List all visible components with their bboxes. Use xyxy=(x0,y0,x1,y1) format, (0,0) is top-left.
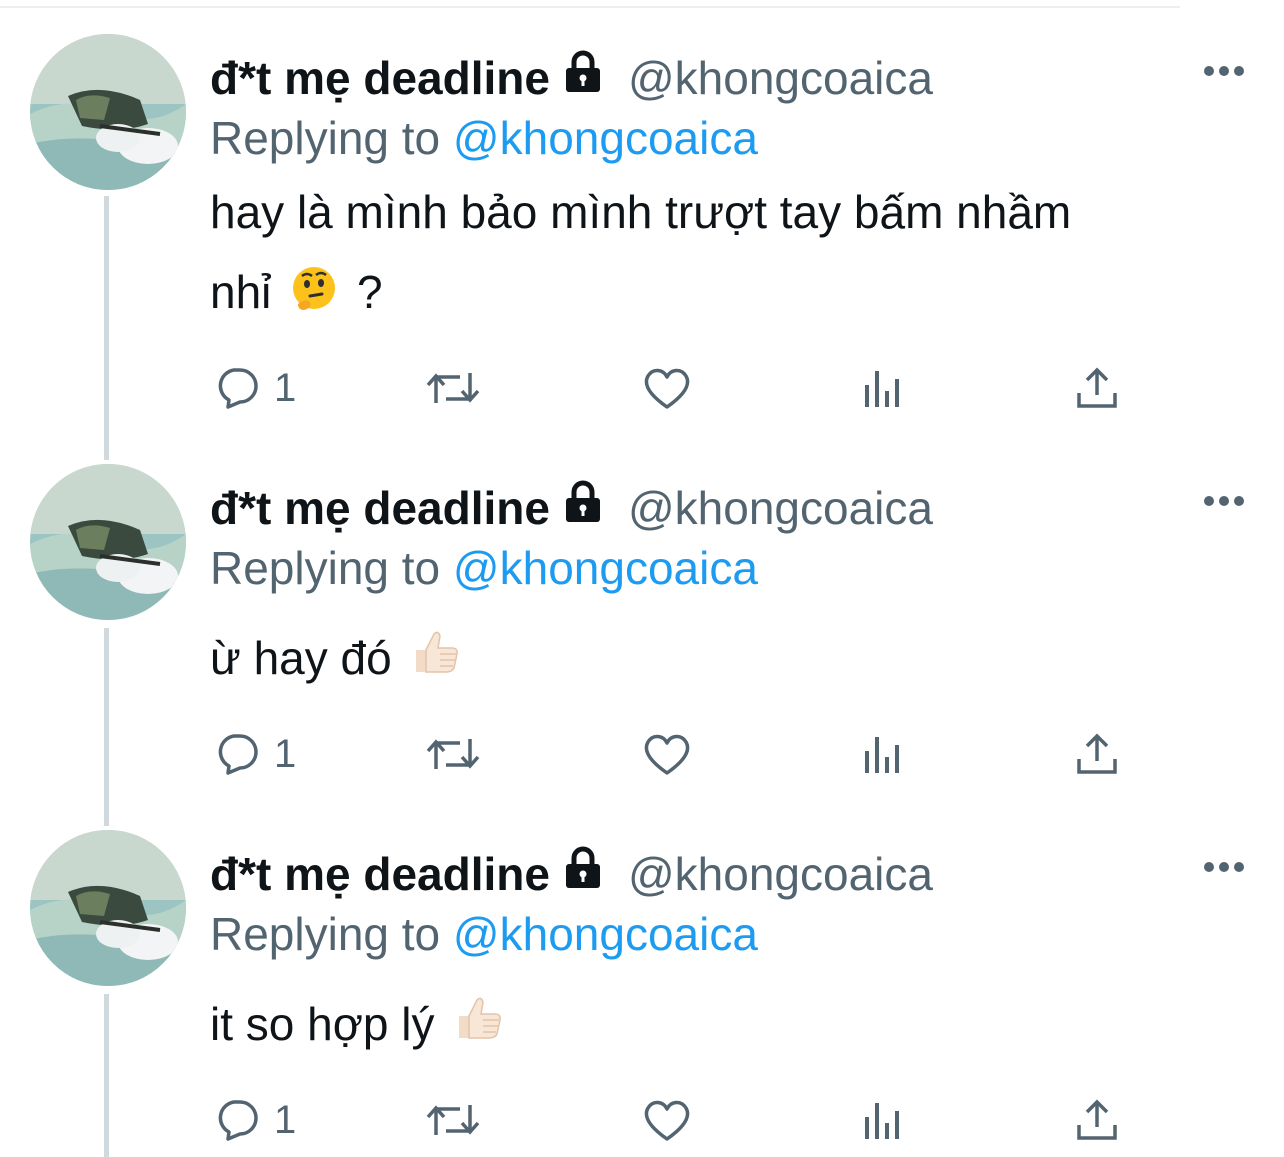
replying-prefix: Replying to xyxy=(210,542,441,594)
tweet-text: ừ hay đó xyxy=(210,618,1250,702)
retweet-icon xyxy=(426,739,480,769)
reply-count: 1 xyxy=(274,731,297,776)
reply-icon xyxy=(218,1100,258,1141)
tweet[interactable]: đ*t mẹ deadline @khongcoaica Replying to… xyxy=(0,830,1284,1157)
thumbs-up-icon xyxy=(453,988,505,1068)
replying-to: Replying to @khongcoaica xyxy=(210,538,758,598)
action-bar: 1 xyxy=(0,1092,1284,1148)
tweet-text-line: hay là mình bảo mình trượt tay bấm nhầm xyxy=(210,186,1072,238)
share-button[interactable] xyxy=(1074,726,1120,782)
avatar[interactable] xyxy=(30,34,186,190)
views-button[interactable] xyxy=(860,726,906,782)
more-icon[interactable] xyxy=(1202,494,1246,508)
views-button[interactable] xyxy=(860,1092,906,1148)
lock-icon xyxy=(560,844,606,904)
replying-mention-link[interactable]: @khongcoaica xyxy=(453,908,758,960)
more-icon[interactable] xyxy=(1202,860,1246,874)
display-name[interactable]: đ*t mẹ deadline xyxy=(210,48,550,108)
avatar[interactable] xyxy=(30,464,186,620)
avatar-image xyxy=(30,830,186,986)
action-bar: 1 xyxy=(0,726,1284,782)
like-button[interactable] xyxy=(642,1092,692,1148)
thumbs-up-icon xyxy=(410,622,462,702)
replying-prefix: Replying to xyxy=(210,112,441,164)
avatar[interactable] xyxy=(30,830,186,986)
retweet-icon xyxy=(426,373,480,403)
like-button[interactable] xyxy=(642,726,692,782)
reply-icon xyxy=(218,368,258,409)
handle[interactable]: @khongcoaica xyxy=(628,48,933,108)
lock-icon xyxy=(560,478,606,538)
tweet[interactable]: đ*t mẹ deadline @khongcoaica Replying to… xyxy=(0,34,1284,454)
handle[interactable]: @khongcoaica xyxy=(628,844,933,904)
retweet-button[interactable] xyxy=(424,360,482,416)
replying-prefix: Replying to xyxy=(210,908,441,960)
thinking-face-icon xyxy=(290,256,338,336)
retweet-button[interactable] xyxy=(424,726,482,782)
reply-count: 1 xyxy=(274,1097,297,1142)
like-icon xyxy=(644,1100,690,1141)
display-name[interactable]: đ*t mẹ deadline xyxy=(210,844,550,904)
reply-icon xyxy=(218,734,258,775)
like-button[interactable] xyxy=(642,360,692,416)
views-icon xyxy=(865,1103,899,1139)
views-icon xyxy=(865,737,899,773)
share-icon xyxy=(1077,733,1117,774)
reply-count: 1 xyxy=(274,365,297,410)
share-icon xyxy=(1077,367,1117,408)
retweet-icon xyxy=(426,1105,480,1135)
handle[interactable]: @khongcoaica xyxy=(628,478,933,538)
action-bar: 1 xyxy=(0,360,1284,416)
retweet-button[interactable] xyxy=(424,1092,482,1148)
tweet-text-word: nhỉ xyxy=(210,266,272,318)
share-button[interactable] xyxy=(1074,1092,1120,1148)
tweet-text: it so hợp lý xyxy=(210,984,1250,1068)
tweet-header: đ*t mẹ deadline @khongcoaica xyxy=(210,844,933,904)
avatar-image xyxy=(30,464,186,620)
reply-button[interactable]: 1 xyxy=(214,726,296,782)
replying-mention-link[interactable]: @khongcoaica xyxy=(453,112,758,164)
like-icon xyxy=(644,368,690,409)
tweet-text-punctuation: ? xyxy=(356,266,383,318)
top-divider xyxy=(0,6,1180,8)
avatar-image xyxy=(30,34,186,190)
share-button[interactable] xyxy=(1074,360,1120,416)
tweet-text-line: nhỉ ? xyxy=(210,252,1250,336)
reply-button[interactable]: 1 xyxy=(214,1092,296,1148)
tweet-header: đ*t mẹ deadline @khongcoaica xyxy=(210,48,933,108)
reply-button[interactable]: 1 xyxy=(214,360,296,416)
tweet-text-words: ừ hay đó xyxy=(210,632,392,684)
views-button[interactable] xyxy=(860,360,906,416)
tweet-text: hay là mình bảo mình trượt tay bấm nhầm … xyxy=(210,172,1250,336)
tweet-text-words: it so hợp lý xyxy=(210,998,435,1050)
more-icon[interactable] xyxy=(1202,64,1246,78)
lock-icon xyxy=(560,48,606,108)
like-icon xyxy=(644,734,690,775)
replying-mention-link[interactable]: @khongcoaica xyxy=(453,542,758,594)
tweet-header: đ*t mẹ deadline @khongcoaica xyxy=(210,478,933,538)
replying-to: Replying to @khongcoaica xyxy=(210,108,758,168)
tweet-text-line: ừ hay đó xyxy=(210,618,1250,702)
views-icon xyxy=(865,371,899,407)
display-name[interactable]: đ*t mẹ deadline xyxy=(210,478,550,538)
tweet[interactable]: đ*t mẹ deadline @khongcoaica Replying to… xyxy=(0,464,1284,814)
share-icon xyxy=(1077,1099,1117,1140)
replying-to: Replying to @khongcoaica xyxy=(210,904,758,964)
tweet-text-line: it so hợp lý xyxy=(210,984,1250,1068)
